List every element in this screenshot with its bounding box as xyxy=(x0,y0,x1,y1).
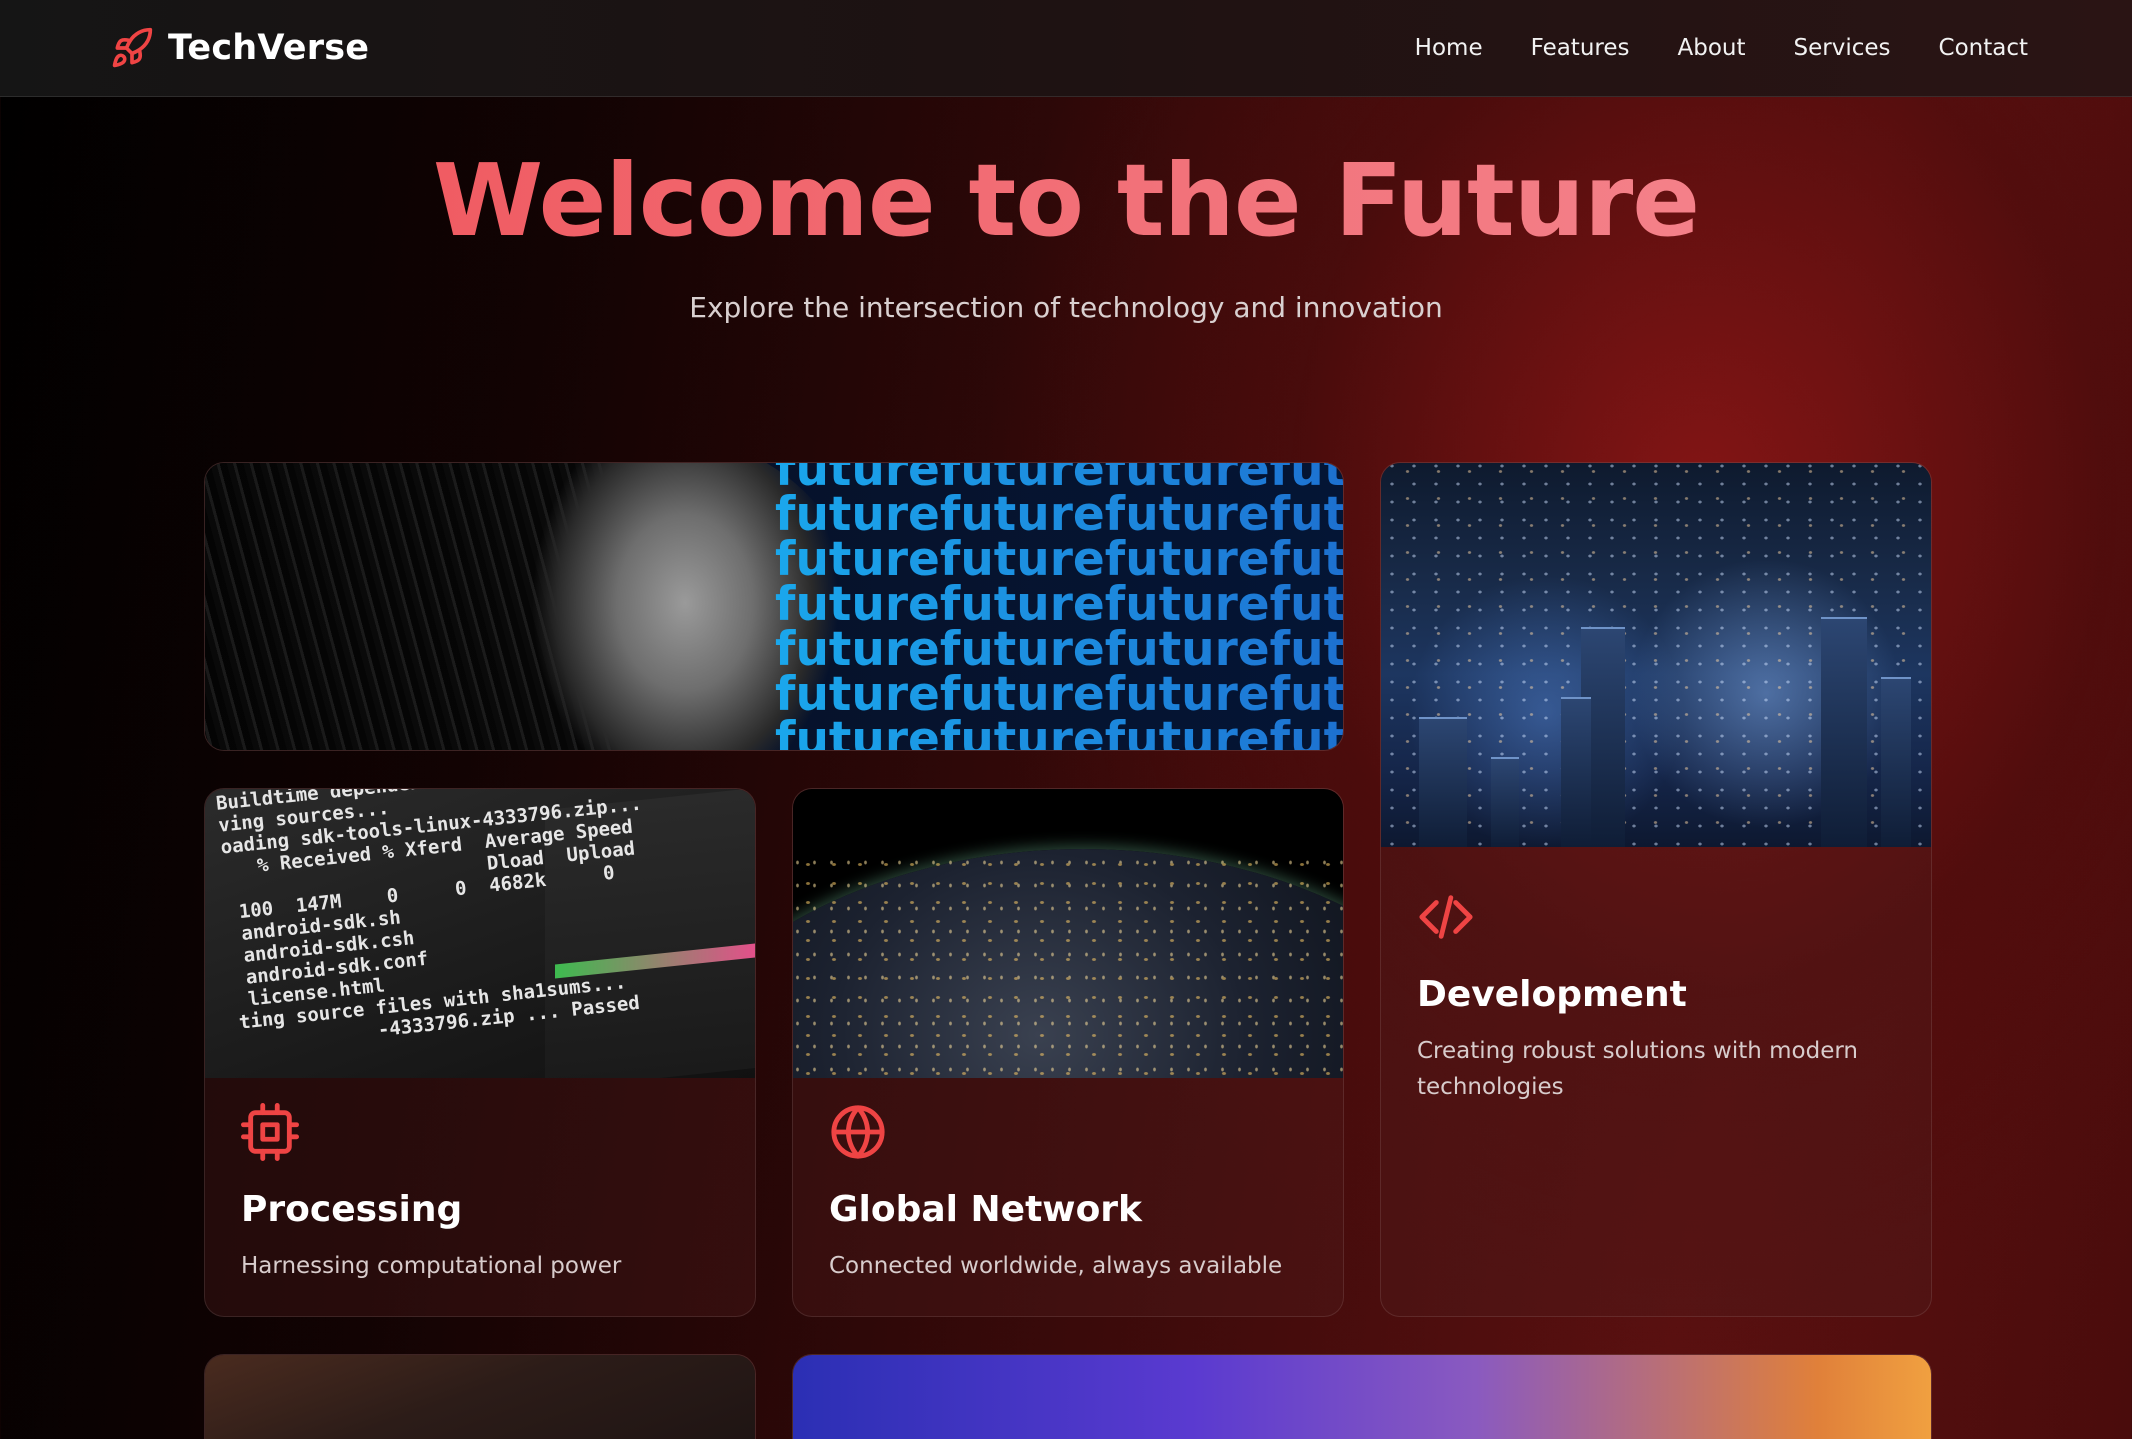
future-repeated-text: futurefuturefuturefuturefuture futurefut… xyxy=(775,463,1343,750)
earth-night-lights-image xyxy=(793,789,1343,1078)
city-night-aerial-image xyxy=(1381,463,1931,847)
development-description: Creating robust solutions with modern te… xyxy=(1417,1038,1858,1100)
nav-link-features[interactable]: Features xyxy=(1531,35,1630,61)
navbar: TechVerse Home Features About Services C… xyxy=(0,0,2132,97)
development-title: Development xyxy=(1417,974,1687,1015)
rocket-icon xyxy=(112,27,153,68)
processing-title: Processing xyxy=(241,1189,463,1230)
global-network-card-body: Global Network Connected worldwide, alwa… xyxy=(829,1103,1307,1284)
code-icon xyxy=(1419,895,1473,939)
globe-icon xyxy=(831,1105,885,1159)
processing-description: Harnessing computational power xyxy=(241,1253,622,1279)
development-card-body: Development Creating robust solutions wi… xyxy=(1417,888,1895,1105)
main-nav: Home Features About Services Contact xyxy=(1415,35,2028,61)
nav-link-home[interactable]: Home xyxy=(1415,35,1483,61)
future-banner-card[interactable]: futurefuturefuturefuturefuture futurefut… xyxy=(204,462,1344,751)
nav-link-contact[interactable]: Contact xyxy=(1939,35,2028,61)
hero-title: Welcome to the Future xyxy=(0,142,2132,259)
brand-name: TechVerse xyxy=(168,28,370,68)
global-network-description: Connected worldwide, always available xyxy=(829,1253,1283,1279)
person-neon-image xyxy=(793,1355,1931,1439)
global-network-title: Global Network xyxy=(829,1189,1142,1230)
code-screen-image xyxy=(205,1355,755,1439)
hero-subtitle: Explore the intersection of technology a… xyxy=(689,291,1443,324)
nav-link-about[interactable]: About xyxy=(1678,35,1746,61)
nav-link-services[interactable]: Services xyxy=(1794,35,1891,61)
terminal-text: Buildtime dependencies... ving sources..… xyxy=(215,789,643,1056)
processing-card-body: Processing Harnessing computational powe… xyxy=(241,1103,719,1284)
global-network-card[interactable]: Global Network Connected worldwide, alwa… xyxy=(792,788,1344,1317)
bottom-card-wide[interactable] xyxy=(792,1354,1932,1439)
development-card[interactable]: Development Creating robust solutions wi… xyxy=(1380,462,1932,1317)
terminal-screen-image: Buildtime dependencies... ving sources..… xyxy=(205,789,755,1078)
brand[interactable]: TechVerse xyxy=(110,26,369,70)
cpu-icon xyxy=(241,1103,299,1161)
woman-profile-future-text-image: futurefuturefuturefuturefuture futurefut… xyxy=(205,463,1343,750)
bottom-card-left[interactable] xyxy=(204,1354,756,1439)
processing-card[interactable]: Buildtime dependencies... ving sources..… xyxy=(204,788,756,1317)
